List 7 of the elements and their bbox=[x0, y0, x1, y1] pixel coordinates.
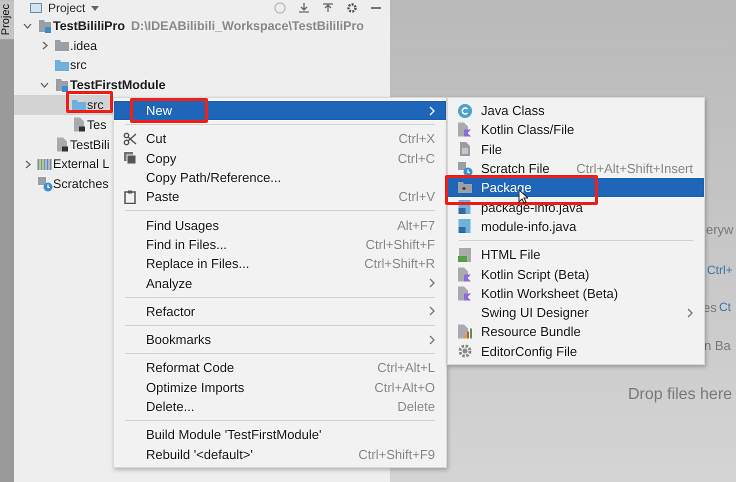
panel-title: Project bbox=[48, 1, 86, 15]
editor-hint: Ct bbox=[719, 300, 731, 314]
editor-hint: Drop files here bbox=[628, 386, 732, 404]
project-path: D:\IDEABilibili_Workspace\TestBililiPro bbox=[131, 18, 364, 33]
editor-hint: eryw bbox=[706, 222, 734, 237]
editor-hint: Ctrl+ bbox=[707, 263, 733, 277]
editor-hint: n Ba bbox=[704, 338, 731, 353]
